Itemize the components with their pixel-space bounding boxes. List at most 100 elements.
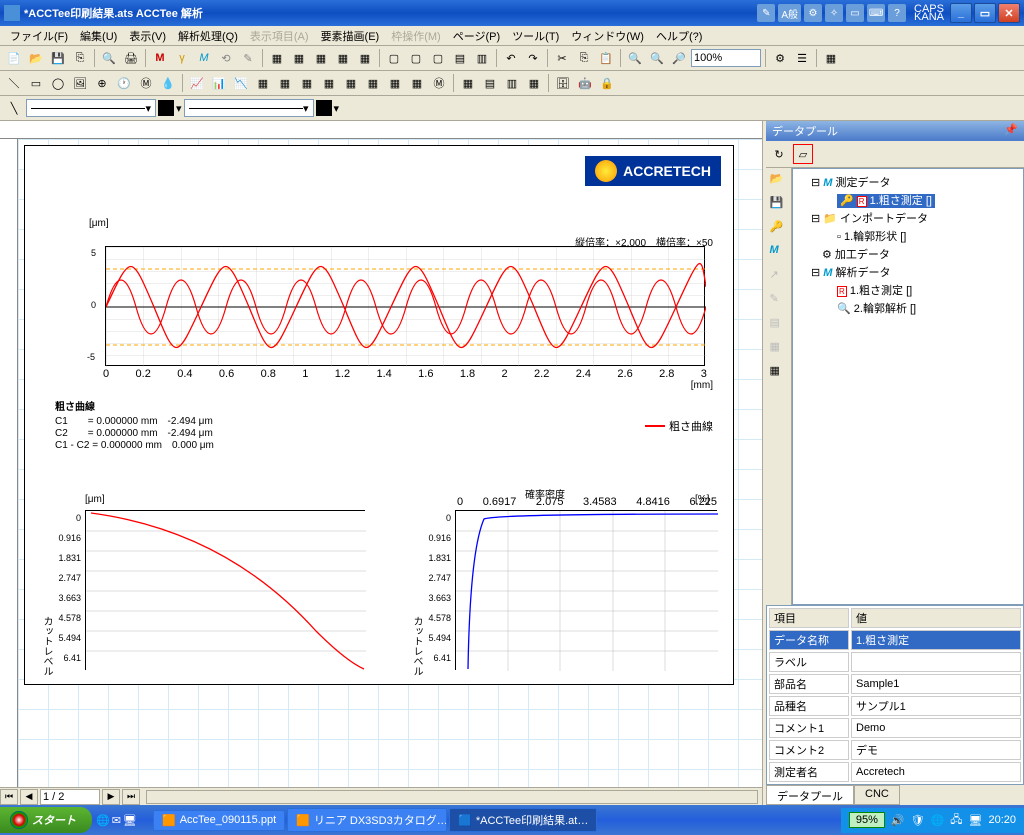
menu-analysis[interactable]: 解析処理(Q) — [172, 26, 244, 46]
misc1-icon[interactable]: ▦ — [458, 73, 478, 93]
line-color[interactable] — [158, 100, 174, 116]
ime-pad-icon[interactable]: ▭ — [846, 4, 864, 22]
line-tool-icon[interactable]: ╲ — [4, 98, 24, 118]
side-m-icon[interactable]: M — [770, 244, 788, 262]
menu-page[interactable]: ページ(P) — [447, 26, 506, 46]
line-icon[interactable]: ＼ — [4, 73, 24, 93]
task-item[interactable]: 🟧リニア DX3SD3カタログ… — [287, 808, 447, 832]
analyze-n-icon[interactable]: ✎ — [238, 48, 258, 68]
chart10-icon[interactable]: ▦ — [385, 73, 405, 93]
cut-icon[interactable]: ✂ — [552, 48, 572, 68]
lock-icon[interactable]: 🔒 — [597, 73, 617, 93]
ql-mail-icon[interactable]: ✉ — [112, 814, 121, 827]
minimize-button[interactable]: _ — [950, 3, 972, 23]
chart5-icon[interactable]: ▦ — [275, 73, 295, 93]
ql-ie-icon[interactable]: 🌐 — [96, 814, 110, 827]
ime-tool-icon[interactable]: ⚙ — [804, 4, 822, 22]
menu-window[interactable]: ウィンドウ(W) — [565, 26, 650, 46]
pref-icon[interactable]: ☰ — [792, 48, 812, 68]
first-page-button[interactable]: ⏮ — [0, 789, 18, 805]
robot-icon[interactable]: 🤖 — [575, 73, 595, 93]
print-icon[interactable]: 🖨 — [121, 48, 141, 68]
menu-view[interactable]: 表示(V) — [123, 26, 172, 46]
chart8-icon[interactable]: ▦ — [341, 73, 361, 93]
side-i1-icon[interactable]: ↗ — [770, 268, 788, 286]
ime-pen-icon[interactable]: ✎ — [757, 4, 775, 22]
menu-help[interactable]: ヘルプ(?) — [650, 26, 708, 46]
grid2-icon[interactable]: ▦ — [289, 48, 309, 68]
misc3-icon[interactable]: ▥ — [502, 73, 522, 93]
layout5-icon[interactable]: ▥ — [472, 48, 492, 68]
grid4-icon[interactable]: ▦ — [333, 48, 353, 68]
analyze-y-icon[interactable]: γ — [172, 48, 192, 68]
tray-icon[interactable]: 🔊 — [891, 814, 905, 827]
chart1-icon[interactable]: 📈 — [187, 73, 207, 93]
paste-icon[interactable]: 📋 — [596, 48, 616, 68]
prev-page-button[interactable]: ◀ — [20, 789, 38, 805]
copy-icon[interactable]: ⎘ — [574, 48, 594, 68]
side-i5-icon[interactable]: ▦ — [770, 364, 788, 382]
chart3-icon[interactable]: 📉 — [231, 73, 251, 93]
tray-icon[interactable]: 🖥 — [969, 814, 983, 827]
task-item[interactable]: 🟦*ACCTee印刷結果.at… — [449, 808, 597, 832]
misc2-icon[interactable]: ▤ — [480, 73, 500, 93]
undo-icon[interactable]: ↶ — [501, 48, 521, 68]
db-icon[interactable]: 🗄 — [553, 73, 573, 93]
fill-color[interactable] — [316, 100, 332, 116]
print-preview-icon[interactable]: 🔍 — [99, 48, 119, 68]
ellipse-icon[interactable]: ◯ — [48, 73, 68, 93]
settings-icon[interactable]: ⚙ — [770, 48, 790, 68]
side-open-icon[interactable]: 📂 — [770, 172, 788, 190]
side-key-icon[interactable]: 🔑 — [770, 220, 788, 238]
chart9-icon[interactable]: ▦ — [363, 73, 383, 93]
menu-file[interactable]: ファイル(F) — [4, 26, 74, 46]
analyze-r-icon[interactable]: ⟲ — [216, 48, 236, 68]
insert-icon[interactable]: ⊕ — [92, 73, 112, 93]
grid3-icon[interactable]: ▦ — [311, 48, 331, 68]
tray-icon[interactable]: 🖧 — [950, 811, 962, 830]
zoom-icon[interactable]: 🔍 — [625, 48, 645, 68]
analyze-m-icon[interactable]: M — [150, 48, 170, 68]
grid-icon[interactable]: ▦ — [267, 48, 287, 68]
chart4-icon[interactable]: ▦ — [253, 73, 273, 93]
task-item[interactable]: 🟧AccTee_090115.ppt — [153, 810, 285, 831]
zoom-in-icon[interactable]: 🔎 — [669, 48, 689, 68]
ime-tool2-icon[interactable]: ✧ — [825, 4, 843, 22]
rect-icon[interactable]: ▭ — [26, 73, 46, 93]
tree-prop-icon[interactable]: ▱ — [793, 144, 813, 164]
measure-icon[interactable]: Ⓜ — [136, 73, 156, 93]
properties-table[interactable]: 項目値 データ名称1.粗さ測定 ラベル 部品名Sample1 品種名サンプル1 … — [766, 605, 1024, 785]
layout2-icon[interactable]: ▢ — [406, 48, 426, 68]
analyze-my-icon[interactable]: M — [194, 48, 214, 68]
horizontal-scrollbar[interactable] — [146, 790, 758, 804]
pin-icon[interactable]: 📌 — [1004, 123, 1018, 139]
menu-tool[interactable]: ツール(T) — [506, 26, 565, 46]
chart6-icon[interactable]: ▦ — [297, 73, 317, 93]
last-page-button[interactable]: ⏭ — [122, 789, 140, 805]
tray-icon[interactable]: 🌐 — [931, 814, 945, 827]
tree-refresh-icon[interactable]: ↻ — [769, 144, 789, 164]
chart11-icon[interactable]: ▦ — [407, 73, 427, 93]
ql-desktop-icon[interactable]: 🖥 — [123, 814, 137, 827]
ime-toolbar[interactable]: ✎ A般 ⚙ ✧ ▭ ⌨ ? — [757, 4, 906, 22]
document-page[interactable]: ACCRETECH [μm] 縦倍率：×2,000 横倍率：×50 — [24, 145, 734, 685]
side-i3-icon[interactable]: ▤ — [770, 316, 788, 334]
page-input[interactable] — [40, 789, 100, 805]
eyedrop-icon[interactable]: 💧 — [158, 73, 178, 93]
maximize-button[interactable]: ▭ — [974, 3, 996, 23]
line-weight-select[interactable]: ▾ — [184, 99, 314, 117]
save-as-icon[interactable]: ⎘ — [70, 48, 90, 68]
grid-display-icon[interactable]: ▦ — [821, 48, 841, 68]
side-i4-icon[interactable]: ▦ — [770, 340, 788, 358]
line-style-select[interactable]: ▾ — [26, 99, 156, 117]
redo-icon[interactable]: ↷ — [523, 48, 543, 68]
tab-cnc[interactable]: CNC — [854, 785, 900, 805]
clock-icon[interactable]: 🕐 — [114, 73, 134, 93]
side-i2-icon[interactable]: ✎ — [770, 292, 788, 310]
start-button[interactable]: スタート — [0, 807, 92, 833]
letter-m-icon[interactable]: Ⓜ — [429, 73, 449, 93]
layout4-icon[interactable]: ▤ — [450, 48, 470, 68]
tab-datapool[interactable]: データプール — [766, 785, 854, 805]
data-tree[interactable]: ⊟ M 測定データ 🔑 R 1.粗さ測定 [] ⊟ 📁 インポートデータ ▫ 1… — [792, 168, 1024, 605]
next-page-button[interactable]: ▶ — [102, 789, 120, 805]
